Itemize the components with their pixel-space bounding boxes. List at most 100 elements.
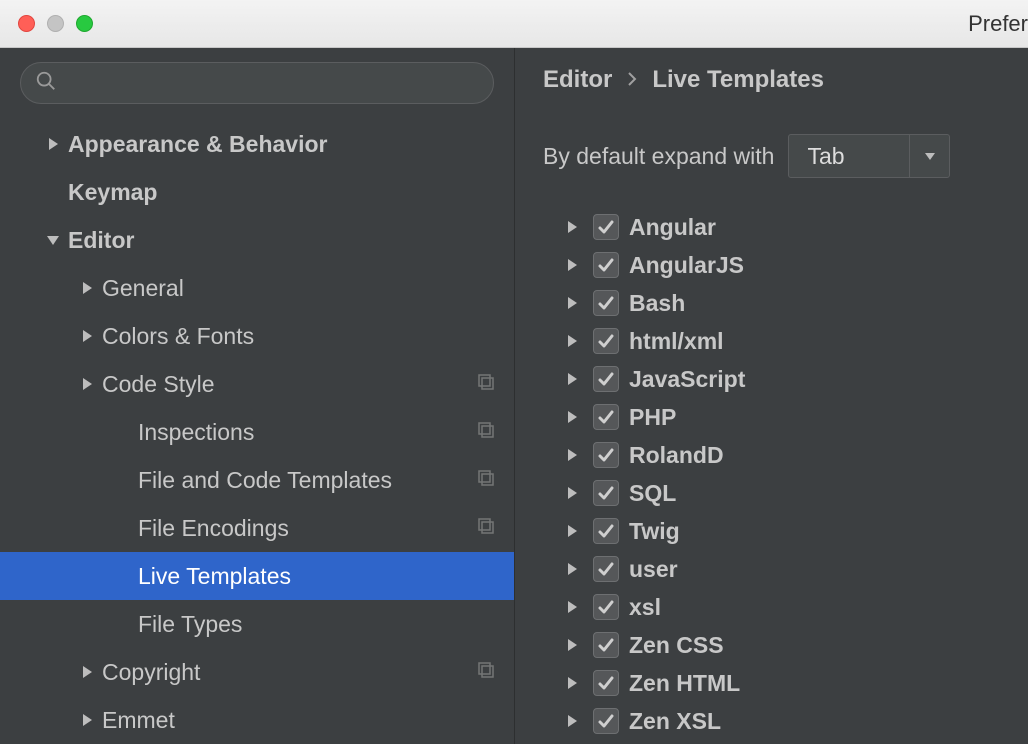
sidebar-item-label: General xyxy=(102,275,496,302)
arrow-right-icon[interactable] xyxy=(72,377,102,391)
expand-with-select[interactable]: Tab xyxy=(788,134,950,178)
arrow-down-icon[interactable] xyxy=(38,233,68,247)
template-group-label: Zen HTML xyxy=(629,670,740,697)
sidebar-item-label: Appearance & Behavior xyxy=(68,131,496,158)
sidebar-item-inspections[interactable]: Inspections xyxy=(0,408,514,456)
template-group-row[interactable]: PHP xyxy=(543,398,1028,436)
template-group-row[interactable]: AngularJS xyxy=(543,246,1028,284)
template-group-checkbox[interactable] xyxy=(593,670,619,696)
sidebar-item-label: File Encodings xyxy=(138,515,476,542)
arrow-right-icon[interactable] xyxy=(561,372,583,386)
zoom-window-button[interactable] xyxy=(76,15,93,32)
template-group-row[interactable]: RolandD xyxy=(543,436,1028,474)
template-group-row[interactable]: Angular xyxy=(543,208,1028,246)
template-group-checkbox[interactable] xyxy=(593,480,619,506)
arrow-right-icon[interactable] xyxy=(561,448,583,462)
template-group-checkbox[interactable] xyxy=(593,632,619,658)
template-group-checkbox[interactable] xyxy=(593,252,619,278)
breadcrumb-root[interactable]: Editor xyxy=(543,66,612,94)
template-group-row[interactable]: Zen XSL xyxy=(543,702,1028,740)
sidebar-item-general[interactable]: General xyxy=(0,264,514,312)
per-project-icon xyxy=(476,515,496,542)
arrow-right-icon[interactable] xyxy=(561,296,583,310)
template-group-label: html/xml xyxy=(629,328,724,355)
arrow-right-icon[interactable] xyxy=(561,220,583,234)
preferences-search[interactable] xyxy=(20,62,494,104)
sidebar-item-label: Code Style xyxy=(102,371,476,398)
sidebar-item-emmet[interactable]: Emmet xyxy=(0,696,514,744)
per-project-icon xyxy=(476,467,496,494)
template-group-checkbox[interactable] xyxy=(593,556,619,582)
arrow-right-icon[interactable] xyxy=(561,524,583,538)
preferences-main: Editor Live Templates By default expand … xyxy=(515,48,1028,744)
template-group-checkbox[interactable] xyxy=(593,366,619,392)
template-group-row[interactable]: xsl xyxy=(543,588,1028,626)
sidebar-item-file-encodings[interactable]: File Encodings xyxy=(0,504,514,552)
sidebar-item-appearance-behavior[interactable]: Appearance & Behavior xyxy=(0,120,514,168)
window-titlebar: Prefer xyxy=(0,0,1028,48)
sidebar-item-keymap[interactable]: Keymap xyxy=(0,168,514,216)
arrow-right-icon[interactable] xyxy=(72,713,102,727)
arrow-right-icon[interactable] xyxy=(38,137,68,151)
template-group-checkbox[interactable] xyxy=(593,442,619,468)
template-group-checkbox[interactable] xyxy=(593,290,619,316)
template-group-checkbox[interactable] xyxy=(593,214,619,240)
sidebar-item-label: Live Templates xyxy=(138,563,496,590)
template-group-label: RolandD xyxy=(629,442,724,469)
search-icon xyxy=(35,70,57,97)
sidebar-item-label: Emmet xyxy=(102,707,496,734)
preferences-tree: Appearance & Behavior Keymap Editor General… xyxy=(0,114,514,744)
chevron-down-icon[interactable] xyxy=(909,135,949,177)
template-group-row[interactable]: Twig xyxy=(543,512,1028,550)
template-group-row[interactable]: Bash xyxy=(543,284,1028,322)
preferences-sidebar: Appearance & Behavior Keymap Editor General… xyxy=(0,48,515,744)
arrow-right-icon[interactable] xyxy=(561,486,583,500)
template-group-list: Angular AngularJSBash html/xml JavaScript PH… xyxy=(543,208,1028,740)
preferences-search-input[interactable] xyxy=(65,73,479,94)
template-group-label: SQL xyxy=(629,480,676,507)
template-group-label: Angular xyxy=(629,214,716,241)
template-group-label: Zen XSL xyxy=(629,708,721,735)
sidebar-item-live-templates[interactable]: Live Templates xyxy=(0,552,514,600)
template-group-row[interactable]: user xyxy=(543,550,1028,588)
arrow-right-icon[interactable] xyxy=(561,676,583,690)
expand-with-label: By default expand with xyxy=(543,143,774,170)
window-title: Prefer xyxy=(0,11,1028,37)
sidebar-item-label: Keymap xyxy=(68,179,496,206)
arrow-right-icon[interactable] xyxy=(561,334,583,348)
arrow-right-icon[interactable] xyxy=(561,410,583,424)
sidebar-item-file-and-code-templates[interactable]: File and Code Templates xyxy=(0,456,514,504)
arrow-right-icon[interactable] xyxy=(561,638,583,652)
template-group-checkbox[interactable] xyxy=(593,708,619,734)
template-group-row[interactable]: Zen HTML xyxy=(543,664,1028,702)
arrow-right-icon[interactable] xyxy=(561,258,583,272)
minimize-window-button[interactable] xyxy=(47,15,64,32)
template-group-row[interactable]: JavaScript xyxy=(543,360,1028,398)
sidebar-item-label: Editor xyxy=(68,227,496,254)
sidebar-item-code-style[interactable]: Code Style xyxy=(0,360,514,408)
template-group-checkbox[interactable] xyxy=(593,328,619,354)
arrow-right-icon[interactable] xyxy=(72,665,102,679)
close-window-button[interactable] xyxy=(18,15,35,32)
arrow-right-icon[interactable] xyxy=(561,600,583,614)
template-group-row[interactable]: html/xml xyxy=(543,322,1028,360)
template-group-row[interactable]: Zen CSS xyxy=(543,626,1028,664)
sidebar-item-editor[interactable]: Editor xyxy=(0,216,514,264)
breadcrumb-current: Live Templates xyxy=(652,66,824,94)
sidebar-item-copyright[interactable]: Copyright xyxy=(0,648,514,696)
template-group-label: JavaScript xyxy=(629,366,745,393)
arrow-right-icon[interactable] xyxy=(561,714,583,728)
arrow-right-icon[interactable] xyxy=(561,562,583,576)
template-group-checkbox[interactable] xyxy=(593,404,619,430)
per-project-icon xyxy=(476,659,496,686)
expand-with-value: Tab xyxy=(789,135,909,177)
per-project-icon xyxy=(476,371,496,398)
arrow-right-icon[interactable] xyxy=(72,281,102,295)
template-group-checkbox[interactable] xyxy=(593,518,619,544)
template-group-checkbox[interactable] xyxy=(593,594,619,620)
template-group-row[interactable]: SQL xyxy=(543,474,1028,512)
sidebar-item-colors-fonts[interactable]: Colors & Fonts xyxy=(0,312,514,360)
sidebar-item-file-types[interactable]: File Types xyxy=(0,600,514,648)
arrow-right-icon[interactable] xyxy=(72,329,102,343)
template-group-label: PHP xyxy=(629,404,676,431)
